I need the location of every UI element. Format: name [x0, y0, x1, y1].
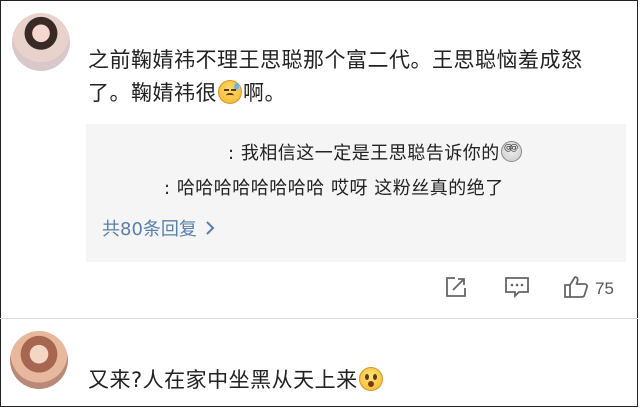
avatar[interactable] — [10, 331, 68, 389]
like-button[interactable]: 75 — [563, 276, 614, 302]
comment-text: 又来?人在家中坐黑从天上来 — [88, 365, 608, 395]
share-icon — [444, 275, 468, 303]
scared-face-emoji-icon — [358, 367, 383, 391]
comment-text: 之前鞠婧祎不理王思聪那个富二代。王思聪恼羞成怒了。鞠婧祎很 啊。 — [88, 48, 583, 105]
reply-preview-box[interactable]: : 我相信这一定是王思聪告诉你的 : 哈哈哈哈哈哈哈哈 哎呀 这粉丝真的绝了 共… — [86, 124, 626, 262]
reply-item[interactable]: : 哈哈哈哈哈哈哈哈 哎呀 这粉丝真的绝了 — [164, 176, 504, 202]
dizzy-face-emoji-icon — [500, 141, 522, 162]
reply-item[interactable]: : 我相信这一定是王思聪告诉你的 — [228, 141, 523, 167]
like-count: 75 — [595, 279, 614, 298]
comment-button[interactable] — [504, 276, 530, 302]
avatar[interactable] — [12, 13, 70, 71]
sad-face-emoji-icon — [218, 80, 242, 104]
comment-divider — [0, 318, 638, 319]
thumbs-up-icon — [563, 275, 589, 303]
chevron-right-icon — [205, 217, 215, 243]
view-all-replies-link[interactable]: 共80条回复 — [102, 217, 215, 243]
share-button[interactable] — [444, 276, 468, 302]
comment-icon — [504, 275, 530, 303]
